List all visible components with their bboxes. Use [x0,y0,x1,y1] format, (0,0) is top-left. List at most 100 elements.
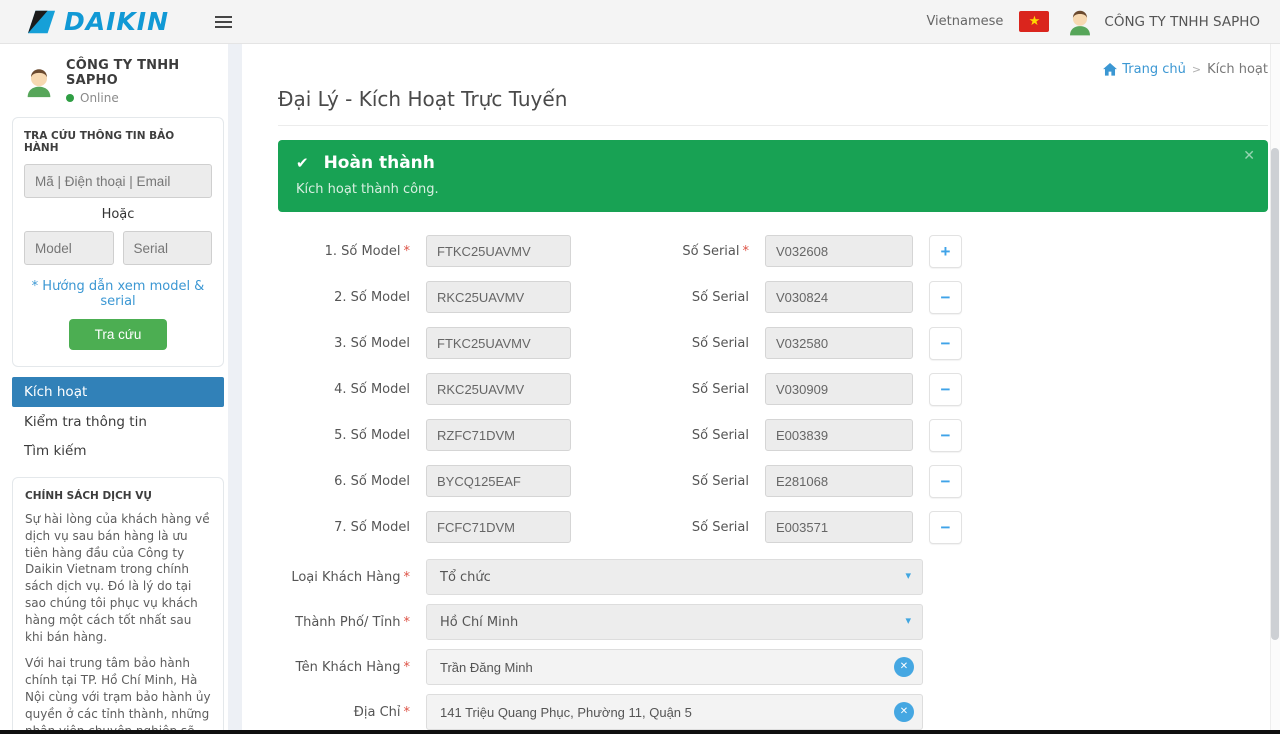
address-input[interactable] [426,694,923,730]
model-input[interactable] [426,327,571,359]
alert-message: Kích hoạt thành công. [296,182,1250,197]
customer-name-label: Tên Khách Hàng* [278,660,410,675]
flag-star-icon: ★ [1029,15,1041,28]
header-company-name: CÔNG TY TNHH SAPHO [1104,14,1260,30]
customer-type-label: Loại Khách Hàng* [278,570,410,585]
serial-input[interactable] [765,465,913,497]
brand-text: DAIKIN [64,7,169,36]
hamburger-menu-icon[interactable] [211,7,236,37]
serial-label: Số Serial [671,290,749,305]
code-phone-email-input[interactable] [24,164,212,198]
model-input[interactable] [426,419,571,451]
policy-paragraph: Với hai trung tâm bảo hành chính tại TP.… [25,655,211,734]
remove-row-button[interactable]: − [929,511,962,544]
sidebar: CÔNG TY TNHH SAPHO Online TRA CỨU THÔNG … [0,44,228,734]
serial-input[interactable] [765,327,913,359]
policy-paragraph: Sự hài lòng của khách hàng về dịch vụ sa… [25,511,211,645]
check-icon: ✔ [296,154,309,172]
required-asterisk: * [404,570,411,585]
minus-icon: − [941,335,951,352]
minus-icon: − [941,473,951,490]
top-bar: DAIKIN Vietnamese ★ CÔNG TY TNHH SAPHO [0,0,1280,44]
model-search-input[interactable] [24,231,114,265]
model-serial-guide-link[interactable]: * Hướng dẫn xem model & serial [24,279,212,309]
serial-label: Số Serial [671,336,749,351]
serial-input[interactable] [765,419,913,451]
model-label: 3. Số Model [278,336,410,351]
serial-input[interactable] [765,373,913,405]
vietnam-flag-icon[interactable]: ★ [1019,11,1049,32]
language-label[interactable]: Vietnamese [926,14,1003,29]
serial-label: Số Serial* [671,244,749,259]
header-user-menu[interactable]: CÔNG TY TNHH SAPHO [1065,7,1260,37]
breadcrumb-home-link[interactable]: Trang chủ [1103,62,1186,77]
remove-row-button[interactable]: − [929,281,962,314]
serial-label: Số Serial [671,382,749,397]
daikin-logo[interactable]: DAIKIN [28,7,169,36]
remove-row-button[interactable]: − [929,327,962,360]
sidebar-divider [228,44,242,734]
breadcrumb-separator: > [1192,63,1201,76]
model-label: 4. Số Model [278,382,410,397]
online-status-dot [66,94,74,102]
minus-icon: − [941,289,951,306]
activation-form: 1. Số Model* Số Serial* + 2. Số Model [278,228,962,734]
clear-input-icon[interactable]: ✕ [894,657,914,677]
model-label: 5. Số Model [278,428,410,443]
customer-name-input[interactable] [426,649,923,685]
serial-label: Số Serial [671,428,749,443]
add-row-button[interactable]: + [929,235,962,268]
field-row: Loại Khách Hàng* Tổ chức ▾ [278,559,962,595]
warranty-search-card: TRA CỨU THÔNG TIN BẢO HÀNH Hoặc * Hướng … [12,117,224,367]
sidebar-item-kiem-tra-thong-tin[interactable]: Kiểm tra thông tin [12,408,224,436]
sidebar-item-tim-kiem[interactable]: Tìm kiếm [12,437,224,465]
minus-icon: − [941,381,951,398]
serial-search-input[interactable] [123,231,213,265]
device-row: 6. Số Model Số Serial − [278,458,962,504]
field-row: Tên Khách Hàng* ✕ [278,649,962,685]
scrollbar-thumb[interactable] [1271,148,1279,640]
device-row: 2. Số Model Số Serial − [278,274,962,320]
device-row: 3. Số Model Số Serial − [278,320,962,366]
serial-label: Số Serial [671,474,749,489]
alert-title: Hoàn thành [324,153,435,173]
plus-icon: + [941,243,951,260]
sidebar-user-card: CÔNG TY TNHH SAPHO Online [12,52,228,115]
clear-input-icon[interactable]: ✕ [894,702,914,722]
serial-input[interactable] [765,281,913,313]
main-content: Trang chủ > Kích hoạt Đại Lý - Kích Hoạt… [242,44,1280,734]
lookup-button[interactable]: Tra cứu [69,319,168,350]
policy-title: CHÍNH SÁCH DỊCH VỤ [25,490,211,502]
device-row: 7. Số Model Số Serial − [278,504,962,550]
user-avatar [1065,7,1095,37]
device-row: 4. Số Model Số Serial − [278,366,962,412]
service-policy-card: CHÍNH SÁCH DỊCH VỤ Sự hài lòng của khách… [12,477,224,734]
or-label: Hoặc [24,207,212,222]
customer-type-select[interactable]: Tổ chức [426,559,923,595]
model-label: 7. Số Model [278,520,410,535]
field-row: Địa Chỉ* ✕ [278,694,962,730]
sidebar-item-kich-hoat[interactable]: Kích hoạt [12,377,224,407]
serial-input[interactable] [765,511,913,543]
city-select[interactable]: Hồ Chí Minh [426,604,923,640]
remove-row-button[interactable]: − [929,419,962,452]
page-title: Đại Lý - Kích Hoạt Trực Tuyến [278,87,1268,126]
serial-input[interactable] [765,235,913,267]
serial-label: Số Serial [671,520,749,535]
model-input[interactable] [426,281,571,313]
page-scrollbar[interactable] [1270,44,1280,730]
model-input[interactable] [426,465,571,497]
alert-close-icon[interactable]: ✕ [1243,148,1255,164]
model-input[interactable] [426,511,571,543]
address-label: Địa Chỉ* [278,705,410,720]
remove-row-button[interactable]: − [929,373,962,406]
bottom-edge-bar [0,730,1280,734]
required-asterisk: * [404,660,411,675]
model-label: 6. Số Model [278,474,410,489]
model-input[interactable] [426,373,571,405]
model-input[interactable] [426,235,571,267]
remove-row-button[interactable]: − [929,465,962,498]
device-row: 1. Số Model* Số Serial* + [278,228,962,274]
breadcrumb: Trang chủ > Kích hoạt [278,62,1268,77]
required-asterisk: * [404,705,411,720]
